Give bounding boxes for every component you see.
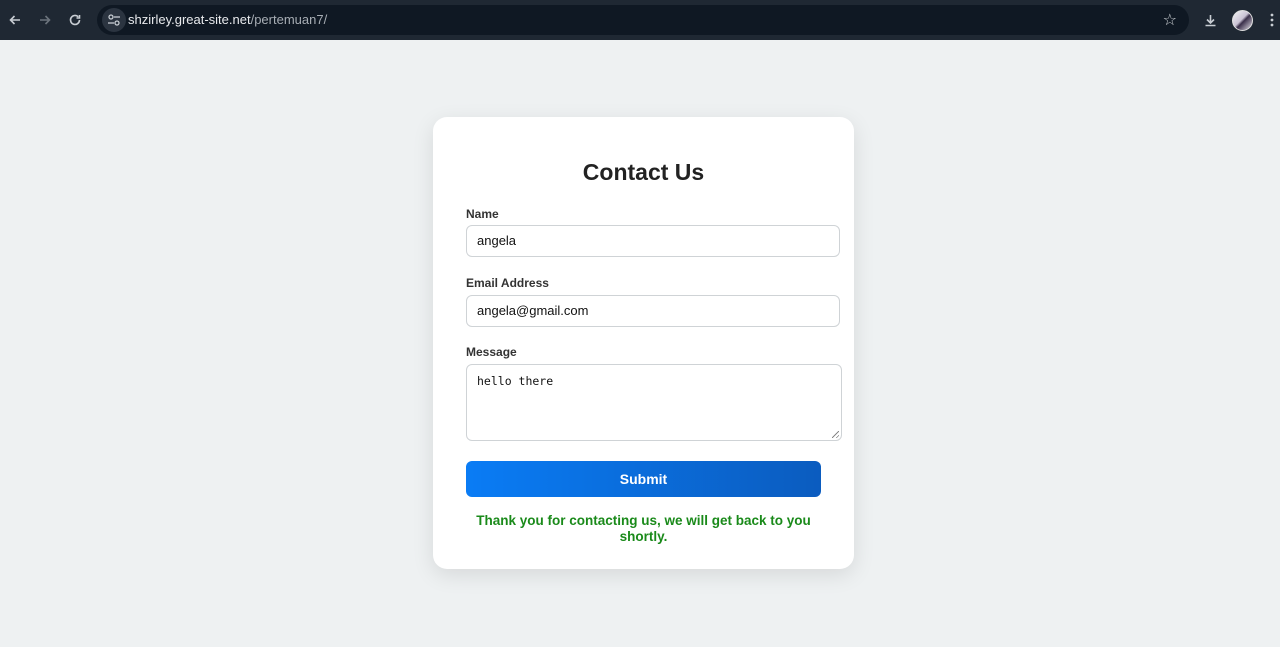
forward-arrow-icon[interactable] xyxy=(33,8,57,32)
message-label: Message xyxy=(466,345,517,359)
kebab-menu-icon[interactable] xyxy=(1260,8,1280,32)
message-text: hello there xyxy=(477,374,554,388)
browser-toolbar: shzirley.great-site.net/pertemuan7/ ☆ xyxy=(0,0,1280,40)
star-icon[interactable]: ☆ xyxy=(1163,10,1177,29)
email-input[interactable]: angela@gmail.com xyxy=(466,295,840,327)
back-arrow-icon[interactable] xyxy=(3,8,27,32)
message-textarea[interactable]: hello there xyxy=(466,364,842,441)
url-host: shzirley.great-site.net xyxy=(128,12,251,27)
success-message: Thank you for contacting us, we will get… xyxy=(476,513,811,544)
address-bar[interactable]: shzirley.great-site.net/pertemuan7/ ☆ xyxy=(97,5,1189,35)
name-label: Name xyxy=(466,207,499,221)
url-text: shzirley.great-site.net/pertemuan7/ xyxy=(128,12,327,27)
page-title: Contact Us xyxy=(582,159,705,185)
profile-avatar[interactable] xyxy=(1232,10,1253,31)
contact-card: Contact Us Name angela Email Address ang… xyxy=(433,117,854,569)
reload-icon[interactable] xyxy=(63,8,87,32)
site-settings-icon[interactable] xyxy=(102,8,126,32)
submit-button[interactable]: Submit xyxy=(466,461,821,497)
download-icon[interactable] xyxy=(1198,8,1222,32)
url-path: /pertemuan7/ xyxy=(250,12,328,27)
name-input[interactable]: angela xyxy=(466,225,840,257)
email-label: Email Address xyxy=(466,276,549,290)
resize-handle[interactable] xyxy=(832,431,839,438)
